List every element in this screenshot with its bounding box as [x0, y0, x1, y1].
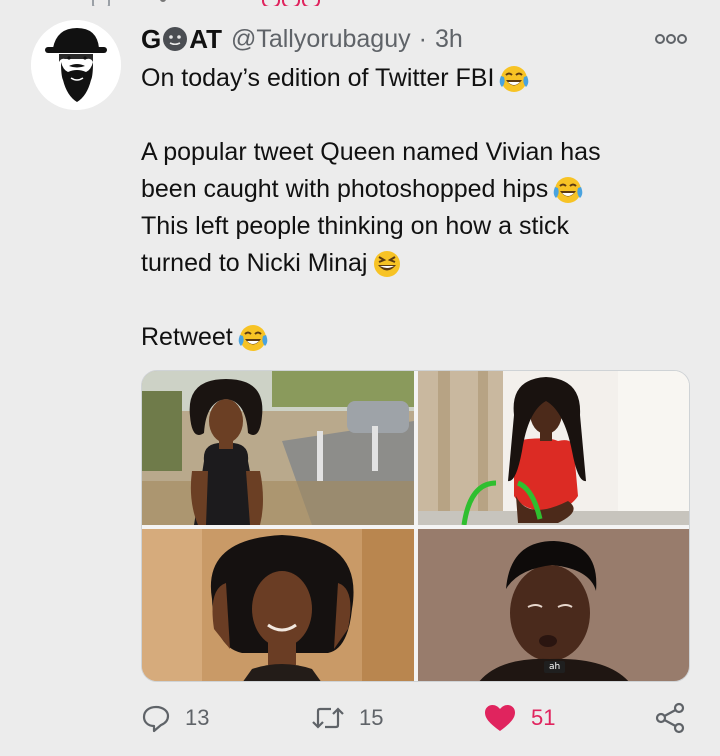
tweet-line-text: This left people thinking on how a stick [141, 212, 570, 240]
timestamp[interactable]: 3h [435, 25, 463, 54]
display-name[interactable]: G AT [141, 24, 222, 55]
like-icon-fragment [302, 0, 320, 6]
display-name-part: G [141, 23, 162, 54]
media-photo-1[interactable] [142, 371, 414, 525]
tweet-actions-bar: 13 15 51 [141, 700, 691, 736]
tweet-line-text: turned to Nicki Minaj [141, 249, 368, 277]
neutral-face-emoji-icon [163, 27, 188, 51]
retweet-count: 15 [359, 705, 384, 730]
divider-dot [160, 0, 166, 2]
tweet-line: This left people thinking on how a stick [141, 208, 681, 245]
retweet-icon [312, 707, 344, 729]
face-with-tears-of-joy-emoji-icon [553, 176, 583, 203]
reply-count: 13 [185, 705, 210, 730]
tweet-line-text: On today’s edition of Twitter FBI [141, 64, 495, 92]
share-button[interactable] [654, 700, 686, 736]
reply-button[interactable]: 13 [141, 700, 209, 736]
like-icon-fragment [262, 0, 280, 6]
tweet-line: Retweet [141, 319, 681, 356]
display-name-part: AT [189, 23, 222, 54]
face-with-tears-of-joy-emoji-icon [238, 324, 268, 351]
media-photo-2[interactable] [418, 371, 689, 525]
avatar[interactable] [31, 20, 121, 110]
more-options-icon[interactable] [652, 30, 690, 48]
like-count: 51 [531, 705, 556, 730]
media-grid: ah [141, 370, 690, 682]
separator-dot: · [418, 24, 427, 53]
tweet-header: G AT @Tallyorubaguy · 3h [141, 22, 463, 56]
share-icon [655, 702, 685, 734]
tweet-line: A popular tweet Queen named Vivian has [141, 134, 681, 171]
tweet-line-text: A popular tweet Queen named Vivian has [141, 138, 601, 166]
reply-icon [142, 705, 170, 733]
media-photo-3[interactable] [142, 529, 414, 681]
retweet-button[interactable]: 15 [311, 700, 383, 736]
previous-tweet-actions-fragment [0, 0, 720, 6]
like-button[interactable]: 51 [483, 700, 555, 736]
tweet-line: been caught with photoshopped hips [141, 171, 681, 208]
tweet-line-text: Retweet [141, 323, 233, 351]
media-photo-4[interactable]: ah [418, 529, 689, 681]
username-handle[interactable]: @Tallyorubaguy [231, 25, 411, 54]
tweet-text: On today’s edition of Twitter FBI A popu… [141, 60, 681, 356]
bearded-man-hat-icon [31, 20, 121, 110]
grinning-squinting-face-emoji-icon [374, 250, 401, 277]
tweet-card[interactable]: G AT @Tallyorubaguy · 3h On today’s edit… [0, 0, 720, 756]
tweet-line: turned to Nicki Minaj [141, 245, 681, 282]
face-with-tears-of-joy-emoji-icon [500, 65, 529, 92]
video-caption: ah [544, 661, 566, 673]
heart-icon [485, 705, 515, 731]
tweet-line-text: been caught with photoshopped hips [141, 175, 549, 203]
tweet-line: On today’s edition of Twitter FBI [141, 60, 681, 97]
reply-icon-fragment [92, 0, 110, 6]
like-icon-fragment [282, 0, 300, 6]
